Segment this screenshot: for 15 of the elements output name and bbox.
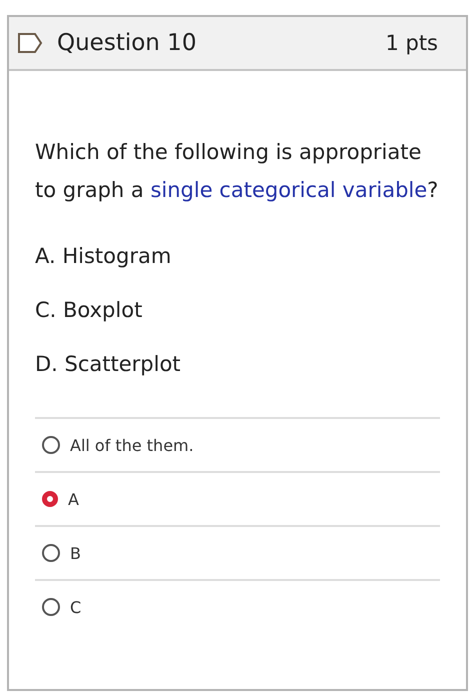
answer-label[interactable]: B: [70, 544, 81, 562]
question-text: Which of the following is appropriate to graph a single categorical variable?: [35, 139, 440, 204]
answer-label[interactable]: C: [70, 598, 82, 616]
answer-label[interactable]: A: [68, 490, 79, 508]
bookmark-icon[interactable]: [17, 32, 43, 54]
question-title: Question 10: [57, 30, 198, 56]
radio-button[interactable]: [42, 436, 60, 454]
points-label: 1 pts: [385, 31, 438, 55]
radio-button[interactable]: [42, 544, 60, 562]
answer-label[interactable]: All of the them.: [70, 436, 194, 454]
choice-statement: D. Scatterplot: [35, 351, 182, 378]
radio-button[interactable]: [42, 598, 60, 616]
radio-button[interactable]: [42, 491, 58, 507]
choice-statement: C. Boxplot: [35, 297, 144, 324]
choice-statement: A. Histogram: [35, 243, 172, 270]
